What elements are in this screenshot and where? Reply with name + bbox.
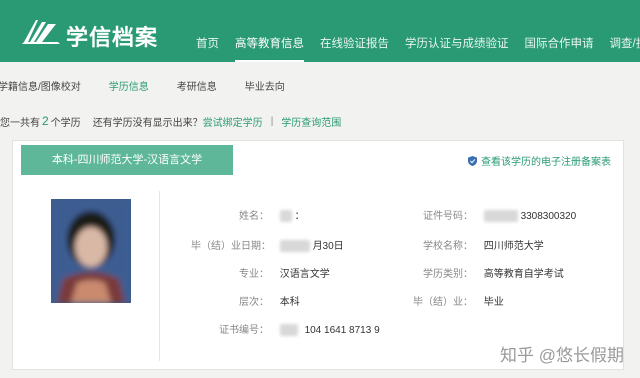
main-nav: 首页 高等教育信息 在线验证报告 学历认证与成绩验证 国际合作申请 调查/投票 bbox=[188, 34, 640, 62]
archive-link-label: 查看该学历的电子注册备案表 bbox=[481, 157, 611, 168]
nav-higher-education[interactable]: 高等教育信息 bbox=[227, 34, 312, 62]
nav-international[interactable]: 国际合作申请 bbox=[517, 34, 602, 54]
nav-home[interactable]: 首页 bbox=[188, 34, 227, 54]
field-value: 汉语言文学 bbox=[279, 269, 330, 280]
field-value: 本科 bbox=[279, 297, 300, 308]
subnav-destination[interactable]: 毕业去向 bbox=[231, 78, 299, 93]
field-id-number: 证件号码： 3308300320 bbox=[399, 207, 577, 223]
field-label: 学校名称： bbox=[423, 241, 473, 252]
query-scope-link[interactable]: 学历查询范围 bbox=[281, 114, 341, 129]
field-certificate-number: 证书编号： 104 1641 8713 9 bbox=[191, 321, 380, 337]
field-degree-category: 学历类别： 高等教育自学考试 bbox=[399, 265, 564, 280]
field-value: 3308300320 bbox=[520, 211, 577, 222]
book-icon bbox=[22, 20, 60, 44]
field-value: 104 1641 8713 9 bbox=[304, 325, 380, 336]
logo[interactable]: 学信档案 bbox=[22, 18, 182, 50]
field-label: 证件号码： bbox=[423, 211, 473, 222]
field-label: 毕（结）业： bbox=[413, 297, 473, 308]
field-label: 专业： bbox=[239, 269, 269, 280]
field-school: 学校名称： 四川师范大学 bbox=[399, 237, 544, 252]
field-graduation-date: 毕（结）业日期： 月30日 bbox=[191, 237, 344, 253]
top-navbar: 学信档案 首页 高等教育信息 在线验证报告 学历认证与成绩验证 国际合作申请 调… bbox=[0, 0, 640, 62]
logo-text: 学信档案 bbox=[66, 25, 159, 50]
degree-count-line: 您一共有 2 个学历 还有学历没有显示出来？ 尝试绑定学历 | 学历查询范围 bbox=[0, 112, 640, 130]
subnav-enrollment[interactable]: 学籍信息/图像校对 bbox=[0, 78, 95, 93]
field-label: 学历类别： bbox=[423, 269, 473, 280]
field-level: 层次： 本科 bbox=[191, 293, 300, 308]
field-label: 证书编号： bbox=[219, 325, 269, 336]
degree-card: 本科-四川师范大学-汉语言文学 查看该学历的电子注册备案表 姓名： ： 毕（结）… bbox=[12, 140, 624, 370]
field-value: 月30日 bbox=[312, 241, 344, 252]
vertical-divider bbox=[159, 191, 160, 361]
watermark: 知乎 @悠长假期 bbox=[500, 346, 624, 365]
field-value: 毕业 bbox=[483, 297, 504, 308]
field-label: 姓名： bbox=[239, 211, 269, 222]
redacted-value bbox=[483, 210, 518, 223]
field-value: ： bbox=[294, 211, 305, 222]
subnav-postgrad[interactable]: 考研信息 bbox=[163, 78, 231, 93]
degree-tab[interactable]: 本科-四川师范大学-汉语言文学 bbox=[21, 145, 233, 175]
subnav-degree-info[interactable]: 学历信息 bbox=[95, 78, 163, 93]
sub-nav: 学籍信息/图像校对 学历信息 考研信息 毕业去向 bbox=[0, 72, 640, 98]
degree-count: 2 bbox=[42, 114, 49, 128]
redacted-value bbox=[279, 240, 310, 253]
student-photo bbox=[51, 199, 131, 303]
field-label: 层次： bbox=[239, 297, 269, 308]
redacted-value bbox=[279, 210, 292, 223]
field-value: 高等教育自学考试 bbox=[483, 269, 564, 280]
field-major: 专业： 汉语言文学 bbox=[191, 265, 330, 280]
redacted-value bbox=[279, 324, 298, 337]
bind-degree-link[interactable]: 尝试绑定学历 bbox=[203, 114, 263, 129]
shield-icon bbox=[468, 155, 477, 166]
missing-question: 还有学历没有显示出来？ bbox=[92, 117, 203, 129]
nav-degree-certification[interactable]: 学历认证与成绩验证 bbox=[397, 34, 517, 54]
field-value: 四川师范大学 bbox=[483, 241, 544, 252]
field-label: 毕（结）业日期： bbox=[191, 241, 271, 252]
count-suffix: 个学历 bbox=[50, 117, 81, 129]
count-prefix: 您一共有 bbox=[0, 117, 40, 129]
field-name: 姓名： ： bbox=[191, 207, 305, 223]
archive-link[interactable]: 查看该学历的电子注册备案表 bbox=[468, 153, 611, 168]
nav-online-verification[interactable]: 在线验证报告 bbox=[312, 34, 397, 54]
divider: | bbox=[270, 115, 274, 127]
nav-survey[interactable]: 调查/投票 bbox=[602, 34, 640, 54]
field-graduation-status: 毕（结）业： 毕业 bbox=[399, 293, 504, 308]
